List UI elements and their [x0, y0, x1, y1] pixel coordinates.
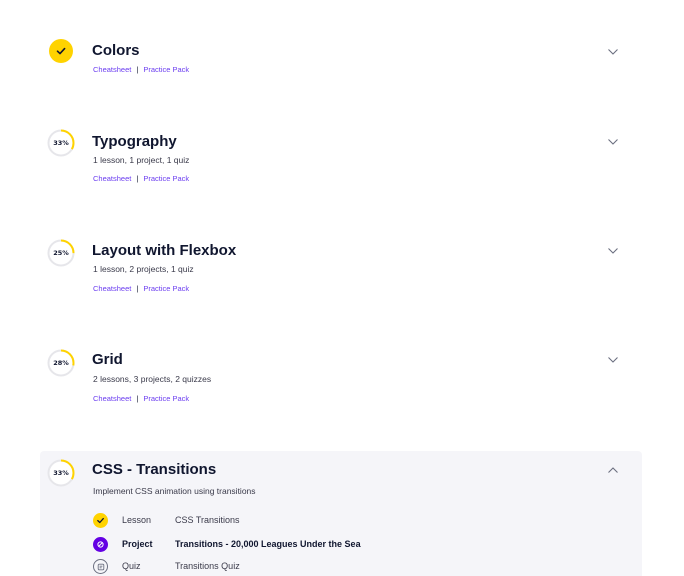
practice-pack-link[interactable]: Practice Pack — [143, 174, 189, 183]
item-name[interactable]: Transitions Quiz — [175, 561, 240, 571]
check-circle-icon — [93, 513, 108, 528]
progress-ring: 28% — [47, 349, 75, 377]
module-title: Grid — [92, 351, 123, 368]
item-type: Project — [122, 539, 153, 549]
progress-label: 28% — [53, 359, 69, 367]
module-item-project[interactable]: Project Transitions - 20,000 Leagues Und… — [93, 537, 613, 553]
chevron-down-icon[interactable] — [607, 136, 619, 148]
module-meta: 2 lessons, 3 projects, 2 quizzes — [93, 374, 212, 384]
item-type: Lesson — [122, 515, 152, 525]
module-item-quiz[interactable]: Quiz Transitions Quiz — [93, 559, 613, 575]
module-meta: 1 lesson, 2 projects, 1 quiz — [93, 264, 194, 274]
cheatsheet-link[interactable]: Cheatsheet — [93, 284, 131, 293]
module-item-lesson[interactable]: Lesson CSS Transitions — [93, 513, 613, 529]
cheatsheet-link[interactable]: Cheatsheet — [93, 65, 131, 74]
module-typography[interactable]: 33% Typography 1 lesson, 1 project, 1 qu… — [40, 129, 642, 199]
project-icon — [93, 537, 108, 552]
complete-check-icon — [49, 39, 73, 63]
module-links: Cheatsheet | Practice Pack — [93, 174, 189, 183]
chevron-down-icon[interactable] — [607, 245, 619, 257]
progress-label: 33% — [53, 139, 69, 147]
item-type: Quiz — [122, 561, 141, 571]
module-title: Typography — [92, 133, 177, 150]
module-description: Implement CSS animation using transition… — [93, 486, 256, 496]
progress-ring: 25% — [47, 239, 75, 267]
link-separator: | — [136, 65, 139, 74]
practice-pack-link[interactable]: Practice Pack — [143, 394, 189, 403]
progress-ring: 33% — [47, 129, 75, 157]
progress-label: 33% — [53, 469, 69, 477]
practice-pack-link[interactable]: Practice Pack — [143, 65, 189, 74]
module-title: Layout with Flexbox — [92, 242, 237, 259]
chevron-down-icon[interactable] — [607, 354, 619, 366]
practice-pack-link[interactable]: Practice Pack — [143, 284, 189, 293]
cheatsheet-link[interactable]: Cheatsheet — [93, 394, 131, 403]
quiz-icon — [93, 559, 108, 574]
chevron-down-icon[interactable] — [607, 46, 619, 58]
module-title: Colors — [92, 42, 140, 59]
progress-ring: 33% — [47, 459, 75, 487]
module-meta: 1 lesson, 1 project, 1 quiz — [93, 155, 190, 165]
link-separator: | — [136, 394, 139, 403]
module-grid[interactable]: 28% Grid 2 lessons, 3 projects, 2 quizze… — [40, 349, 642, 419]
progress-label: 25% — [53, 249, 69, 257]
cheatsheet-link[interactable]: Cheatsheet — [93, 174, 131, 183]
link-separator: | — [136, 174, 139, 183]
module-links: Cheatsheet | Practice Pack — [93, 284, 189, 293]
item-name[interactable]: Transitions - 20,000 Leagues Under the S… — [175, 539, 361, 549]
link-separator: | — [136, 284, 139, 293]
module-title: CSS - Transitions — [92, 461, 217, 478]
module-links: Cheatsheet | Practice Pack — [93, 65, 189, 74]
chevron-up-icon[interactable] — [607, 464, 619, 476]
module-layout-with-flexbox[interactable]: 25% Layout with Flexbox 1 lesson, 2 proj… — [40, 239, 642, 309]
item-name[interactable]: CSS Transitions — [175, 515, 240, 525]
module-links: Cheatsheet | Practice Pack — [93, 394, 189, 403]
module-colors[interactable]: Colors Cheatsheet | Practice Pack — [40, 36, 642, 96]
